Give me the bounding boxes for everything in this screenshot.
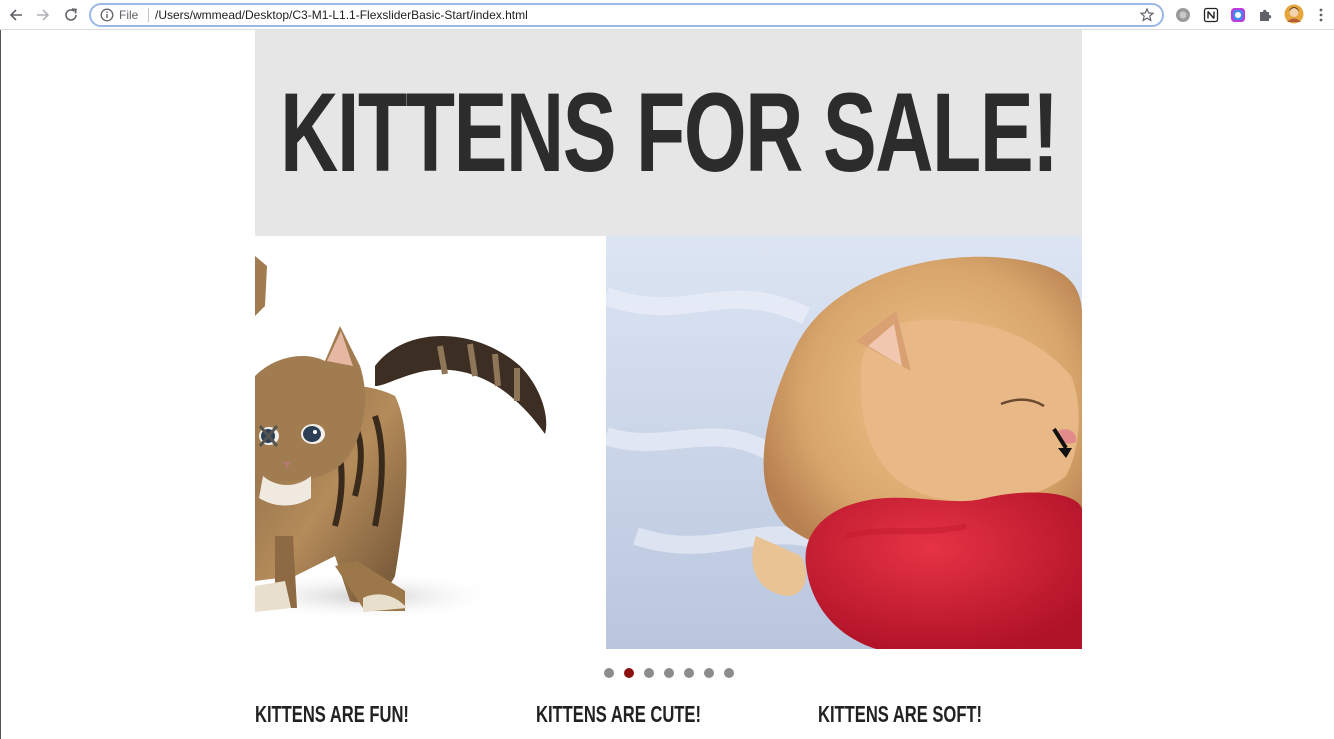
color-picker-icon — [1231, 8, 1245, 22]
info-icon[interactable] — [100, 8, 114, 22]
notion-icon — [1203, 7, 1219, 23]
browser-toolbar: File /Users/wmmead/Desktop/C3-M1-L1.1-Fl… — [0, 0, 1334, 30]
feature-heading-fun: KITTENS ARE FUN! — [255, 701, 409, 727]
slide-tabby-kitten — [255, 236, 606, 649]
reload-icon — [65, 8, 77, 21]
ginger-kitten-image — [602, 236, 1082, 649]
tabby-kitten-image — [255, 256, 547, 621]
reload-button[interactable] — [60, 4, 82, 26]
slider-dot-1[interactable] — [604, 668, 614, 678]
slider-dot-5[interactable] — [684, 668, 694, 678]
url-scheme-label: File — [119, 8, 139, 22]
address-bar[interactable]: File /Users/wmmead/Desktop/C3-M1-L1.1-Fl… — [89, 3, 1164, 27]
profile-button[interactable] — [1284, 4, 1304, 24]
slider-dot-4[interactable] — [664, 668, 674, 678]
bookmark-star-button[interactable] — [1138, 6, 1156, 24]
more-icon — [1319, 8, 1323, 22]
forward-icon — [37, 9, 50, 21]
window-edge — [0, 30, 1, 739]
image-slider[interactable] — [255, 236, 1082, 649]
browser-menu-button[interactable] — [1312, 6, 1330, 24]
extension-icon — [1176, 8, 1190, 22]
back-icon — [9, 9, 22, 21]
avatar — [1284, 4, 1304, 24]
url-text[interactable]: /Users/wmmead/Desktop/C3-M1-L1.1-Flexsli… — [155, 8, 528, 22]
feature-heading-cute: KITTENS ARE CUTE! — [536, 701, 701, 727]
slider-dot-2[interactable] — [624, 668, 634, 678]
slider-dot-7[interactable] — [724, 668, 734, 678]
slider-pagination — [604, 668, 734, 678]
star-icon — [1140, 8, 1154, 22]
slider-dot-3[interactable] — [644, 668, 654, 678]
color-extension-button[interactable] — [1229, 6, 1247, 24]
puzzle-icon — [1260, 9, 1272, 21]
extensions-menu-button[interactable] — [1256, 6, 1274, 24]
omnibox-divider — [148, 8, 149, 22]
slider-dot-6[interactable] — [704, 668, 714, 678]
forward-button[interactable] — [32, 4, 54, 26]
hero-banner: KITTENS FOR SALE! — [255, 30, 1082, 236]
slide-ginger-kitten — [602, 236, 1082, 649]
extension-button[interactable] — [1174, 6, 1192, 24]
page-title: KITTENS FOR SALE! — [279, 70, 1059, 195]
back-button[interactable] — [5, 4, 27, 26]
feature-heading-soft: KITTENS ARE SOFT! — [818, 701, 983, 727]
notion-extension-button[interactable] — [1202, 6, 1220, 24]
